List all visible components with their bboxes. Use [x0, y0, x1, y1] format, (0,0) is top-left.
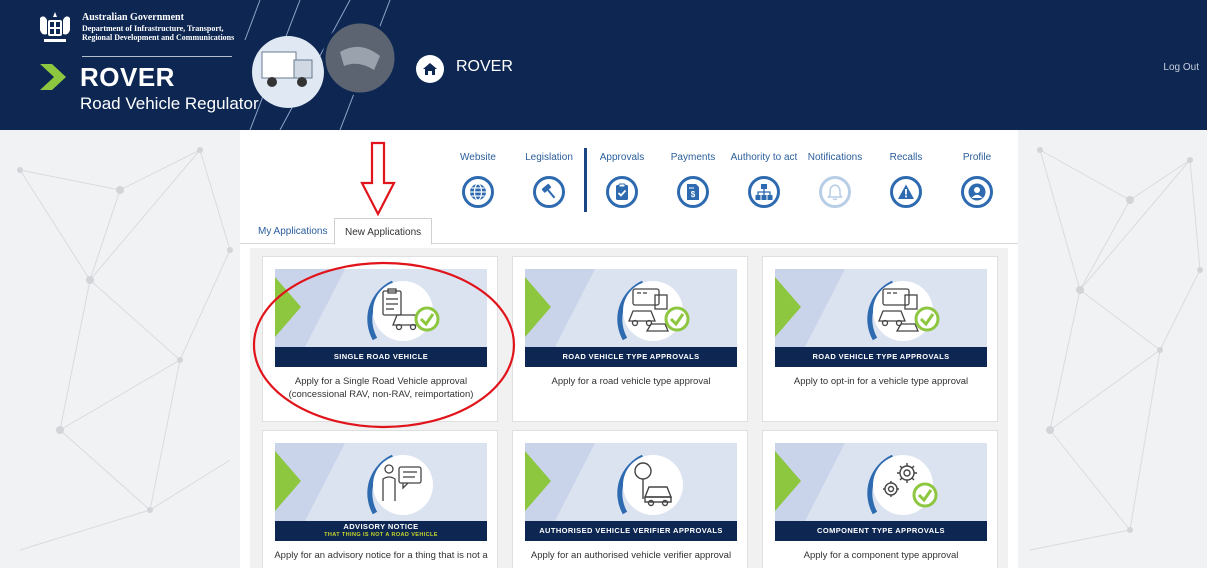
nav-website[interactable]: Website: [443, 152, 513, 208]
australian-government-crest-icon: [40, 12, 70, 42]
brand-subtitle: Road Vehicle Regulator: [80, 94, 259, 113]
banner-title-sub: THAT THING IS NOT A ROAD VEHICLE: [324, 532, 438, 538]
app-title: ROVER: [456, 58, 513, 75]
card-banner-title: COMPONENT TYPE APPROVALS: [775, 521, 987, 541]
svg-text:$: $: [691, 190, 696, 199]
card-banner: ADVISORY NOTICE THAT THING IS NOT A ROAD…: [275, 443, 487, 541]
card-description: Apply for a Single Road Vehicle approval…: [288, 376, 474, 400]
header-photo-collage: [244, 0, 398, 130]
nav-label: Approvals: [599, 152, 645, 163]
nav-label: Legislation: [525, 152, 573, 163]
gov-line-2: Department of Infrastructure, Transport,: [82, 24, 224, 33]
card-single-road-vehicle[interactable]: SINGLE ROAD VEHICLE Apply for a Single R…: [262, 256, 498, 422]
card-banner-title: ROAD VEHICLE TYPE APPROVALS: [525, 347, 737, 367]
main-panel: Website Legislation Approvals Payments $…: [240, 130, 1018, 568]
tab-new-applications[interactable]: New Applications: [334, 218, 433, 245]
logout-link[interactable]: Log Out: [1163, 62, 1199, 73]
card-banner-title: ADVISORY NOTICE THAT THING IS NOT A ROAD…: [275, 521, 487, 541]
card-banner-title: AUTHORISED VEHICLE VERIFIER APPROVALS: [525, 521, 737, 541]
card-description: Apply for a component type approval: [803, 550, 959, 561]
card-description: Apply for a road vehicle type approval: [551, 376, 711, 387]
bell-icon: [819, 176, 851, 208]
chevron-right-icon: [40, 64, 66, 90]
brand-title: ROVER: [80, 62, 175, 92]
clipboard-check-icon: [606, 176, 638, 208]
site-header: Australian Government Department of Infr…: [0, 0, 1207, 130]
user-icon: [961, 176, 993, 208]
nav-label: Payments: [670, 152, 716, 163]
card-banner: ROAD VEHICLE TYPE APPROVALS: [775, 269, 987, 367]
nav-legislation[interactable]: Legislation: [514, 152, 584, 208]
branding-divider: [82, 56, 232, 57]
gov-line-3: Regional Development and Communications: [82, 33, 235, 42]
card-description: Apply to opt-in for a vehicle type appro…: [793, 376, 969, 387]
card-authorised-vehicle-verifier[interactable]: AUTHORISED VEHICLE VERIFIER APPROVALS Ap…: [512, 430, 748, 568]
gov-line-1: Australian Government: [82, 12, 184, 23]
globe-icon: [462, 176, 494, 208]
application-cards-grid: SINGLE ROAD VEHICLE Apply for a Single R…: [250, 248, 1008, 568]
card-description: Apply for an authorised vehicle verifier…: [530, 550, 732, 561]
org-chart-icon: [748, 176, 780, 208]
invoice-icon: $: [677, 176, 709, 208]
nav-label: Profile: [962, 152, 992, 163]
nav-authority-to-act[interactable]: Authority to act: [729, 152, 799, 208]
card-banner-title: ROAD VEHICLE TYPE APPROVALS: [775, 347, 987, 367]
nav-profile[interactable]: Profile: [942, 152, 1012, 208]
card-banner: AUTHORISED VEHICLE VERIFIER APPROVALS: [525, 443, 737, 541]
nav-label: Recalls: [889, 152, 923, 163]
nav-recalls[interactable]: Recalls: [871, 152, 941, 208]
card-road-vehicle-type-approvals[interactable]: ROAD VEHICLE TYPE APPROVALS Apply for a …: [512, 256, 748, 422]
government-branding: Australian Government Department of Infr…: [82, 12, 234, 42]
home-icon: [423, 63, 437, 75]
card-component-type-approvals[interactable]: COMPONENT TYPE APPROVALS Apply for a com…: [762, 430, 998, 568]
warning-icon: [890, 176, 922, 208]
card-banner: SINGLE ROAD VEHICLE: [275, 269, 487, 367]
card-advisory-notice[interactable]: ADVISORY NOTICE THAT THING IS NOT A ROAD…: [262, 430, 498, 568]
tab-my-applications[interactable]: My Applications: [248, 218, 337, 244]
nav-notifications[interactable]: Notifications: [800, 152, 870, 208]
card-banner-title: SINGLE ROAD VEHICLE: [275, 347, 487, 367]
nav-approvals[interactable]: Approvals: [587, 152, 657, 208]
card-banner: ROAD VEHICLE TYPE APPROVALS: [525, 269, 737, 367]
application-tabs: My Applications New Applications: [240, 218, 1018, 245]
card-description: Apply for an advisory notice for a thing…: [274, 550, 488, 561]
nav-label: Website: [460, 152, 496, 163]
nav-label: Notifications: [807, 152, 863, 163]
card-opt-in-vehicle-type-approval[interactable]: ROAD VEHICLE TYPE APPROVALS Apply to opt…: [762, 256, 998, 422]
nav-label: Authority to act: [730, 152, 798, 163]
gavel-icon: [533, 176, 565, 208]
card-banner: COMPONENT TYPE APPROVALS: [775, 443, 987, 541]
home-button[interactable]: [416, 55, 444, 83]
banner-title-main: ADVISORY NOTICE: [343, 522, 419, 531]
nav-payments[interactable]: Payments $: [658, 152, 728, 208]
